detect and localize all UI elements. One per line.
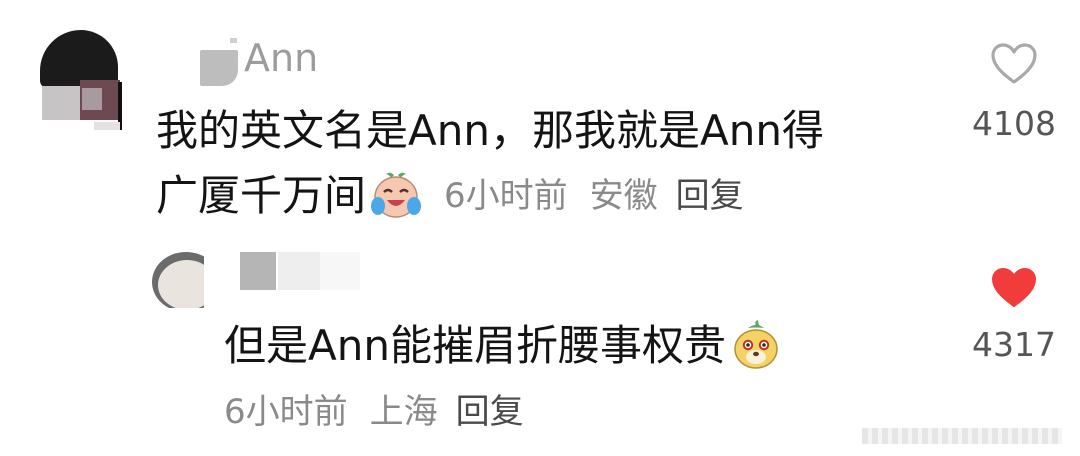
avatar-mosaic-block xyxy=(42,86,82,120)
laughing-crying-face-emoji xyxy=(371,172,422,218)
username-mosaic xyxy=(230,38,237,43)
username-mosaic xyxy=(320,252,360,290)
reply-comment-text-row: 但是Ann能摧眉折腰事权贵 xyxy=(224,316,782,376)
heart-filled-icon[interactable] xyxy=(990,266,1038,310)
reply-button[interactable]: 回复 xyxy=(676,166,744,226)
comment-location: 安徽 xyxy=(589,176,658,216)
avatar-mosaic-block xyxy=(94,122,120,130)
comment-text: 广厦千万间 xyxy=(156,171,367,220)
reply-meta: 6小时前 上海 回复 xyxy=(224,388,524,436)
username[interactable]: Ann xyxy=(244,36,318,80)
dog-face-emoji xyxy=(734,320,778,369)
avatar[interactable] xyxy=(152,252,204,308)
username-mosaic xyxy=(278,252,320,290)
reply-button[interactable]: 回复 xyxy=(456,388,524,436)
like-count: 4108 xyxy=(972,104,1056,143)
comment-time: 6小时前 xyxy=(224,392,348,432)
avatar-mosaic-block xyxy=(82,88,102,110)
comment-text-continued: 广厦千万间 6小时前 安徽 回复 xyxy=(156,166,744,226)
comment-location: 上海 xyxy=(369,392,438,432)
watermark xyxy=(862,428,1062,444)
avatar-image xyxy=(158,260,204,308)
avatar[interactable] xyxy=(40,30,122,130)
like-count: 4317 xyxy=(972,325,1056,364)
comment-time: 6小时前 xyxy=(444,176,568,216)
username-mosaic xyxy=(200,50,238,86)
comment-text: 但是Ann能摧眉折腰事权贵 xyxy=(224,321,726,370)
heart-outline-icon[interactable] xyxy=(990,42,1038,86)
username-mosaic[interactable] xyxy=(240,252,276,290)
comment-text: 我的英文名是Ann，那我就是Ann得 xyxy=(156,106,824,155)
